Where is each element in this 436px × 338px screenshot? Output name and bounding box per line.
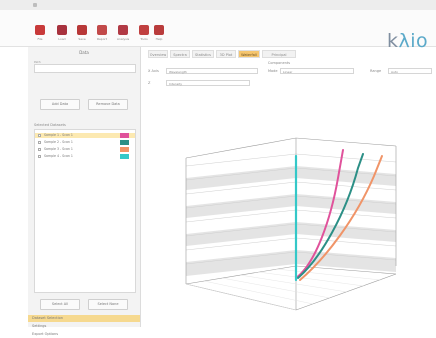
mode-select[interactable]: Linear — [280, 68, 354, 74]
tab-spectra[interactable]: Spectra — [170, 50, 190, 58]
toolbar-button-label: Help — [155, 37, 163, 41]
range-select[interactable]: Auto — [388, 68, 432, 74]
help-icon — [154, 25, 164, 35]
left-panel: Data Path Add Data Remove Data Selected … — [28, 47, 141, 336]
color-swatch[interactable] — [120, 147, 129, 152]
floor-grid-line — [203, 280, 314, 305]
color-swatch[interactable] — [120, 140, 129, 145]
toolbar-button-label: Load — [58, 37, 66, 41]
tools-icon — [139, 25, 149, 35]
grid-band — [186, 250, 396, 276]
path-field[interactable] — [34, 64, 136, 73]
color-swatch[interactable] — [120, 154, 129, 159]
floor-grid-line — [275, 268, 382, 281]
grid-line — [185, 153, 297, 167]
checkbox[interactable] — [38, 141, 41, 144]
range-label: Range — [370, 69, 382, 73]
toolbar-button-load[interactable]: Load — [55, 25, 69, 41]
toolbar: kλio File Load Save Report Analysis Tools Help — [0, 10, 436, 51]
list-item-label: Sample 3 - Scan 1 — [44, 147, 73, 151]
tab-bar: Overview Spectra Statistics 3D Plot Waterfal… — [142, 50, 436, 65]
list-item-label: Sample 1 - Scan 1 — [44, 133, 73, 137]
path-label: Path — [34, 60, 41, 64]
floor-grid-line — [257, 271, 365, 287]
select-none-button[interactable]: Select None — [88, 299, 128, 310]
save-icon — [77, 25, 87, 35]
tab-3d-plot[interactable]: 3D Plot — [216, 50, 236, 58]
report-icon — [97, 25, 107, 35]
analysis-icon — [118, 25, 128, 35]
select-all-button[interactable]: Select All — [40, 299, 80, 310]
toolbar-button-label: Analysis — [116, 37, 130, 41]
grid-band — [186, 222, 396, 246]
checkbox[interactable] — [38, 134, 41, 137]
toolbar-button-analysis[interactable]: Analysis — [116, 25, 130, 41]
checkbox[interactable] — [38, 148, 41, 151]
floor-grid-line — [239, 274, 348, 293]
plot-options: X Axis Wavelength Mode Linear Range Auto… — [144, 66, 434, 90]
axis-edge — [185, 137, 297, 159]
toolbar-button-save[interactable]: Save — [75, 25, 89, 41]
list-item[interactable]: Sample 2 - Scan 1 — [35, 140, 135, 145]
remove-data-button[interactable]: Remove Data — [88, 99, 128, 110]
color-swatch[interactable] — [120, 133, 129, 138]
tab-statistics[interactable]: Statistics — [192, 50, 214, 58]
toolbar-button-report[interactable]: Report — [95, 25, 109, 41]
axis-edge — [295, 137, 397, 147]
bottom-item[interactable]: Export Options — [28, 331, 140, 338]
mode-label: Mode — [268, 69, 278, 73]
toolbar-button-label: Save — [78, 37, 86, 41]
load-icon — [57, 25, 67, 35]
tab-principal-components[interactable]: Principal Components — [262, 50, 296, 65]
x-axis-label: X Axis — [148, 69, 159, 73]
toolbar-button-file[interactable]: File — [33, 25, 47, 41]
list-item[interactable]: Sample 4 - Scan 1 — [35, 154, 135, 159]
add-data-button[interactable]: Add Data — [40, 99, 80, 110]
kaio-logo: kλio — [387, 30, 429, 52]
z-label: Z — [148, 81, 151, 85]
dataset-list: Sample 1 - Scan 1 Sample 2 - Scan 1 Sample… — [34, 129, 136, 293]
window-dot-icon — [33, 3, 37, 7]
panel-title: Data — [79, 50, 89, 55]
x-axis-select[interactable]: Wavelength — [166, 68, 258, 74]
3d-waterfall-plot[interactable] — [146, 98, 432, 326]
bottom-item[interactable]: Dataset Selection — [28, 315, 140, 322]
tab-overview[interactable]: Overview — [148, 50, 168, 58]
file-icon — [35, 25, 45, 35]
grid-band — [186, 166, 396, 190]
toolbar-button-help[interactable]: Help — [152, 25, 166, 41]
list-item[interactable]: Sample 3 - Scan 1 — [35, 147, 135, 152]
tab-waterfall[interactable]: Waterfall — [238, 50, 260, 58]
checkbox[interactable] — [38, 155, 41, 158]
list-item-label: Sample 2 - Scan 1 — [44, 140, 73, 144]
toolbar-button-label: File — [37, 37, 43, 41]
floor-grid-line — [221, 277, 331, 299]
toolbar-button-label: Report — [97, 37, 107, 41]
z-select[interactable]: Intensity — [166, 80, 250, 86]
list-item[interactable]: Sample 1 - Scan 1 — [35, 133, 135, 138]
list-item-label: Sample 4 - Scan 1 — [44, 154, 73, 158]
